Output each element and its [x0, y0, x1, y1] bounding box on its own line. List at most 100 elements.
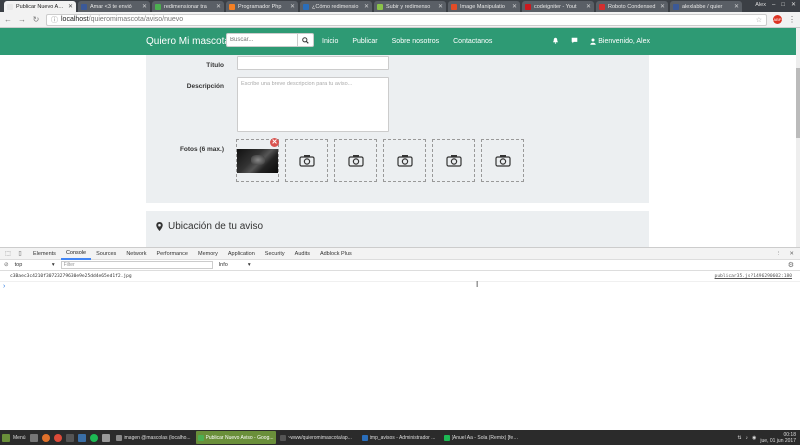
devtools-tab[interactable]: Sources [91, 248, 121, 260]
close-tab-icon[interactable]: ✕ [290, 3, 295, 10]
forward-icon[interactable]: → [18, 15, 26, 24]
log-level-select[interactable]: Info ▾ [219, 262, 251, 268]
spotify-icon[interactable] [89, 433, 98, 442]
browser-tab[interactable]: redimensionar tra ✕ [152, 1, 224, 12]
devtools-menu-icon[interactable]: ⋮ [776, 251, 782, 257]
close-tab-icon[interactable]: ✕ [734, 3, 739, 10]
taskbar-task[interactable]: tmp_avisos - Administrador ... [360, 431, 440, 444]
devtools-close-icon[interactable]: ✕ [789, 251, 794, 257]
notification-icon[interactable]: ◉ [752, 435, 756, 441]
nav-publicar[interactable]: Publicar [352, 38, 377, 45]
photo-slot-empty[interactable] [285, 139, 328, 182]
close-tab-icon[interactable]: ✕ [216, 3, 221, 10]
devtools-tab[interactable]: Network [121, 248, 151, 260]
descripcion-textarea[interactable]: Escribe una breve descripcion para tu av… [237, 77, 389, 132]
editor-icon[interactable] [77, 433, 86, 442]
browser-tab[interactable]: Programador Php ✕ [226, 1, 298, 12]
page-scrollbar[interactable] [796, 28, 800, 247]
photo-slot-empty[interactable] [481, 139, 524, 182]
search-icon [302, 36, 309, 44]
files-icon[interactable] [101, 433, 110, 442]
scrollbar-thumb[interactable] [796, 68, 800, 138]
device-toolbar-icon[interactable]: ▯ [16, 250, 24, 258]
user-menu[interactable]: Bienvenido, Alex [590, 38, 650, 45]
close-tab-icon[interactable]: ✕ [660, 3, 665, 10]
devtools-tab[interactable]: Security [260, 248, 290, 260]
network-icon[interactable]: ⇅ [737, 435, 741, 441]
browser-tab-title: Publicar Nuevo Aviso [16, 3, 66, 10]
url-host: localhost [61, 16, 89, 23]
browser-tab[interactable]: ¿Cómo redimensio ✕ [300, 1, 372, 12]
titulo-input[interactable] [237, 56, 389, 70]
taskbar-task[interactable]: imagen @mascolas (localho... [114, 431, 194, 444]
browser-tab[interactable]: Image Manipulatio ✕ [448, 1, 520, 12]
desktop-icon[interactable] [29, 433, 38, 442]
nav-right: Bienvenido, Alex [552, 37, 650, 46]
nav-inicio[interactable]: Inicio [322, 38, 338, 45]
close-tab-icon[interactable]: ✕ [68, 3, 73, 10]
task-label: ~www/quieromimascota/ap... [287, 434, 352, 441]
chat-icon[interactable] [571, 37, 578, 46]
back-icon[interactable]: ← [4, 15, 12, 24]
console-prompt[interactable]: › [0, 282, 800, 291]
inspect-icon[interactable]: ⬚ [4, 250, 12, 258]
chrome-icon[interactable] [53, 433, 62, 442]
devtools-tab[interactable]: Memory [193, 248, 223, 260]
photo-slot-empty[interactable] [334, 139, 377, 182]
volume-icon[interactable]: ♪ [746, 435, 749, 441]
adblock-extension-icon[interactable]: ABP [773, 15, 782, 24]
bell-icon[interactable] [552, 37, 559, 46]
context-select[interactable]: top ▾ [15, 262, 55, 268]
reload-icon[interactable]: ↻ [32, 15, 40, 24]
taskbar-task[interactable]: Publicar Nuevo Aviso - Goog... [195, 431, 276, 444]
nav-contactanos[interactable]: Contactanos [453, 38, 492, 45]
gear-icon[interactable]: ⚙ [788, 261, 794, 269]
browser-menu-icon[interactable]: ⋮ [788, 15, 796, 24]
photo-slot-empty[interactable] [432, 139, 475, 182]
dropdown-arrow-icon: ▾ [51, 262, 55, 268]
maximize-icon[interactable]: □ [781, 2, 785, 8]
close-tab-icon[interactable]: ✕ [512, 3, 517, 10]
close-window-icon[interactable]: ✕ [791, 1, 796, 8]
browser-tab[interactable]: Subir y redimenso ✕ [374, 1, 446, 12]
clock[interactable]: 00:18 jue, 01 jun 2017 [760, 432, 796, 444]
bookmark-star-icon[interactable]: ☆ [756, 16, 762, 24]
browser-tab[interactable]: Publicar Nuevo Aviso ✕ [4, 1, 76, 12]
devtools-tab[interactable]: Adblock Plus [315, 248, 357, 260]
start-menu-button[interactable]: Menú [2, 433, 30, 442]
info-icon[interactable]: ⓘ [51, 15, 58, 25]
photo-slot-filled[interactable]: ✕ [236, 138, 279, 182]
terminal-icon[interactable] [65, 433, 74, 442]
close-tab-icon[interactable]: ✕ [586, 3, 591, 10]
ubicacion-panel: Ubicación de tu aviso [146, 211, 649, 247]
log-source-link[interactable]: publicar35.js?1496290602:180 [715, 274, 792, 279]
taskbar-task[interactable]: [Anuel Aa - Sola (Remix) [fea... [442, 431, 522, 444]
site-brand[interactable]: Quiero Mi mascota [146, 36, 230, 47]
url-input[interactable]: ⓘ localhost/quieromimascota/aviso/nuevo … [46, 13, 767, 26]
devtools-tab[interactable]: Audits [290, 248, 315, 260]
descripcion-placeholder: Escribe una breve descripcion para tu av… [241, 81, 353, 87]
devtools-tab[interactable]: Performance [151, 248, 193, 260]
taskbar-task[interactable]: ~www/quieromimascota/ap... [278, 431, 358, 444]
delete-photo-icon[interactable]: ✕ [270, 138, 279, 147]
devtools-tab[interactable]: Elements [28, 248, 61, 260]
close-tab-icon[interactable]: ✕ [438, 3, 443, 10]
close-tab-icon[interactable]: ✕ [142, 3, 147, 10]
minimize-icon[interactable]: – [772, 2, 775, 8]
search-input[interactable] [226, 33, 298, 47]
profile-name[interactable]: Alex [755, 2, 766, 8]
browser-tab[interactable]: Roboto Condensed ✕ [596, 1, 668, 12]
search-button[interactable] [298, 33, 314, 47]
firefox-icon[interactable] [41, 433, 50, 442]
nav-sobre-nosotros[interactable]: Sobre nosotros [392, 38, 439, 45]
photo-slot-empty[interactable] [383, 139, 426, 182]
browser-tab[interactable]: codeigniter - Yout ✕ [522, 1, 594, 12]
clear-console-icon[interactable]: ⊘ [4, 262, 9, 268]
devtools-tab[interactable]: Application [223, 248, 260, 260]
main-nav: Inicio Publicar Sobre nosotros Contactan… [322, 38, 492, 45]
browser-tab[interactable]: alexlabbe / quier ✕ [670, 1, 742, 12]
devtools-tab[interactable]: Console [60, 248, 92, 260]
console-filter-input[interactable]: Filter [60, 261, 213, 269]
browser-tab[interactable]: Amar <3 te envió ✕ [78, 1, 150, 12]
close-tab-icon[interactable]: ✕ [364, 3, 369, 10]
